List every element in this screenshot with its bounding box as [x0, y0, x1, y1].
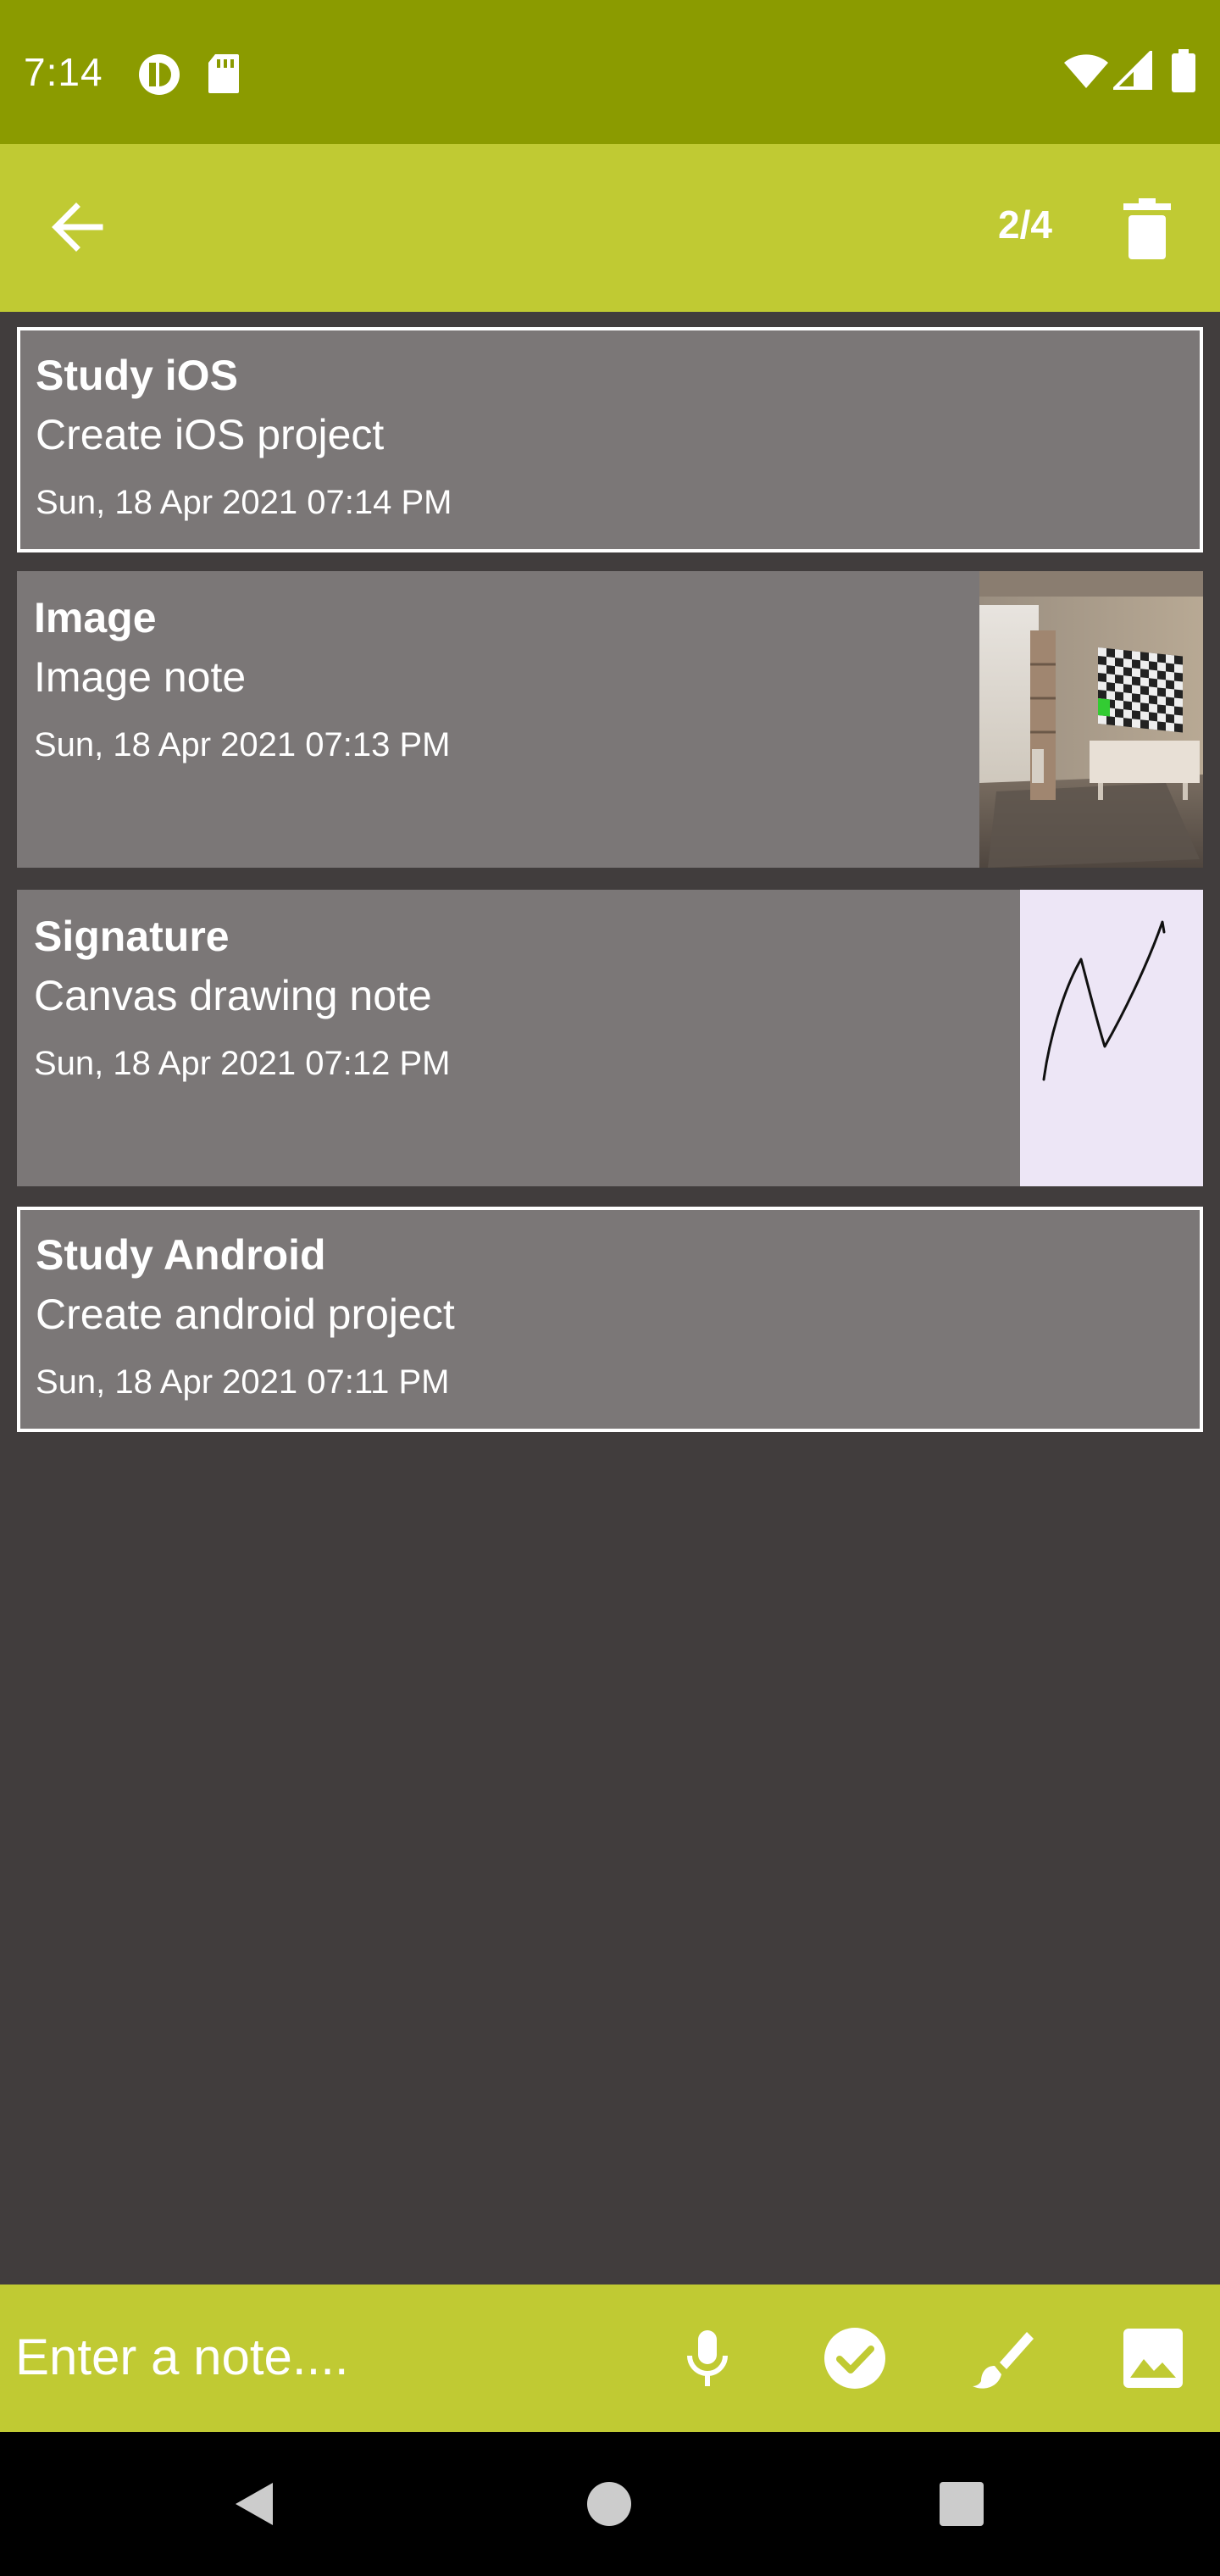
app-bar: 2/4: [0, 144, 1220, 312]
note-input-bar: [0, 2285, 1220, 2432]
note-date: Sun, 18 Apr 2021 07:13 PM: [34, 726, 451, 763]
note-body: Image note: [34, 653, 247, 701]
signal-icon: [1111, 48, 1152, 94]
nav-recents-button[interactable]: [925, 2468, 998, 2540]
brush-icon: [973, 2332, 1034, 2389]
nav-home-icon: [587, 2482, 631, 2526]
arrow-back-icon: [52, 203, 103, 252]
note-title: Study iOS: [36, 352, 238, 399]
sd-card-icon: [207, 53, 241, 99]
navigation-bar: [0, 2432, 1220, 2576]
check-button[interactable]: [818, 2322, 891, 2395]
note-card[interactable]: Study iOS Create iOS project Sun, 18 Apr…: [17, 327, 1203, 552]
note-body: Canvas drawing note: [34, 972, 432, 1019]
trash-icon: [1123, 198, 1171, 259]
image-button[interactable]: [1117, 2322, 1190, 2395]
note-title: Image: [34, 594, 157, 641]
note-card[interactable]: Image Image note Sun, 18 Apr 2021 07:13 …: [17, 571, 1203, 868]
image-icon: [1123, 2329, 1183, 2388]
nav-recents-icon: [940, 2482, 984, 2526]
note-signature-thumbnail: [1020, 890, 1203, 1186]
note-card[interactable]: Study Android Create android project Sun…: [17, 1207, 1203, 1432]
check-circle-icon: [824, 2328, 885, 2389]
note-title: Study Android: [36, 1231, 326, 1279]
note-date: Sun, 18 Apr 2021 07:12 PM: [34, 1045, 451, 1082]
note-date: Sun, 18 Apr 2021 07:14 PM: [36, 484, 452, 521]
note-card[interactable]: Signature Canvas drawing note Sun, 18 Ap…: [17, 890, 1203, 1186]
brush-button[interactable]: [966, 2322, 1039, 2395]
wifi-icon: [1062, 51, 1110, 94]
note-content: Image Image note Sun, 18 Apr 2021 07:13 …: [34, 591, 450, 780]
note-content: Study Android Create android project Sun…: [36, 1229, 455, 1417]
rocket-app-icon: [137, 53, 181, 101]
note-body: Create iOS project: [36, 411, 385, 458]
back-button[interactable]: [42, 192, 114, 263]
selection-counter: 2/4: [998, 203, 1052, 247]
nav-home-button[interactable]: [573, 2468, 646, 2540]
status-bar: 7:14: [0, 0, 1220, 144]
note-body: Create android project: [36, 1291, 455, 1338]
note-content: Study iOS Create iOS project Sun, 18 Apr…: [36, 349, 452, 537]
nav-back-button[interactable]: [219, 2468, 291, 2540]
note-input[interactable]: [15, 2318, 659, 2395]
note-content: Signature Canvas drawing note Sun, 18 Ap…: [34, 910, 450, 1098]
battery-icon: [1171, 49, 1196, 97]
note-title: Signature: [34, 913, 230, 960]
note-image-thumbnail: [979, 571, 1203, 868]
microphone-button[interactable]: [671, 2322, 744, 2395]
delete-button[interactable]: [1110, 192, 1184, 266]
note-date: Sun, 18 Apr 2021 07:11 PM: [36, 1363, 450, 1401]
status-time: 7:14: [24, 50, 103, 94]
nav-back-icon: [236, 2483, 273, 2525]
microphone-icon: [687, 2330, 728, 2386]
